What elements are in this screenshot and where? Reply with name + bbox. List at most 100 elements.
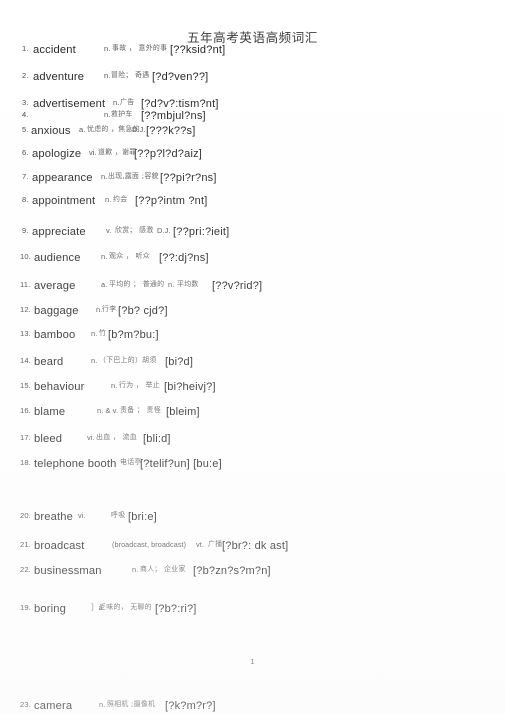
entry-part-of-speech: n. [111, 381, 118, 390]
vocabulary-entry: 20. breathe vi. 呼吸 [bri:e] [0, 511, 505, 526]
entry-number: 16. [20, 406, 31, 415]
entry-phonetic: [??v?rid?] [212, 280, 263, 292]
entry-number: 1. [22, 44, 29, 53]
vocabulary-entry: 12. baggage n. 行李 [?b? cjd?] [0, 305, 505, 320]
entry-chinese-gloss: 出现,露面 ;容貌 [108, 172, 159, 180]
entry-part-of-speech: vt. [196, 540, 205, 549]
entry-number: 3. [22, 98, 29, 107]
entry-part-of-speech: a. [79, 125, 86, 134]
entry-phonetic: [bleim] [166, 406, 200, 418]
vocabulary-entry: 4. n. 救护车 [??mbjul?ns] [0, 111, 505, 125]
entry-chinese-gloss: 电话亭 [120, 458, 142, 466]
entry-part-of-speech-2: D.J. [157, 226, 171, 235]
entry-phonetic: [bi?d] [165, 356, 194, 368]
entry-word: average [34, 280, 76, 292]
entry-phonetic: [??:dj?ns] [159, 252, 209, 264]
vocabulary-entry: 13. bamboo n. 竹 [b?m?bu:] [0, 329, 505, 344]
entry-number: 14. [20, 356, 31, 365]
entry-number: 9. [22, 226, 29, 235]
entry-part-of-speech: n. [91, 329, 98, 338]
vocabulary-entry: 9. appreciate v. 欣赏； 感激 D.J. [??pri:?ieit] [0, 226, 505, 241]
entry-word: baggage [34, 305, 79, 317]
entry-chinese-gloss: 欣赏； 感激 [115, 226, 154, 234]
entry-number: 17. [20, 433, 31, 442]
entry-word: advertisement [33, 98, 106, 110]
entry-chinese-gloss: 广播 [208, 540, 223, 548]
entry-phonetic: [?b? cjd?] [118, 305, 168, 317]
entry-word: appointment [32, 195, 96, 207]
entry-chinese-gloss: 观众 ， 听众 [109, 252, 150, 260]
entry-chinese-gloss: 照相机 ;摄像机 [107, 700, 156, 708]
entry-part-of-speech: n. [104, 71, 111, 80]
entry-word: broadcast [34, 540, 85, 552]
entry-number: 21. [20, 540, 31, 549]
vocabulary-entry: 18. telephone booth 电话亭 [?telif?un] [bu:e] [0, 458, 505, 473]
entry-word: behaviour [34, 381, 85, 393]
entry-part-of-speech: n. [132, 565, 139, 574]
entry-chinese-gloss: 平均的 ； 普通的 [109, 280, 165, 288]
entry-part-of-speech: n. [105, 195, 112, 204]
vocabulary-entry: 6. apologize vi. 道歉 ，谢罪 [??p?l?d?aiz] [0, 148, 505, 163]
entry-chinese-gloss: 行李 [102, 305, 117, 313]
entry-chinese-gloss: 广告 [120, 98, 135, 106]
entry-word: anxious [31, 125, 71, 137]
entry-word: businessman [34, 565, 102, 577]
entry-phonetic: [???k??s] [146, 125, 196, 137]
entry-phonetic: [??ksid?nt] [170, 44, 226, 56]
vocabulary-entry: 15. behaviour n. 行为 ， 举止 [bi?heivj?] [0, 381, 505, 396]
entry-part-of-speech: n. [113, 98, 120, 107]
entry-number: 5. [22, 125, 29, 134]
entry-number: 20. [20, 511, 31, 520]
entry-word: camera [34, 700, 73, 712]
entry-part-of-speech: n. [104, 110, 111, 119]
entry-part-of-speech-2: D.J. [132, 125, 146, 134]
entry-phonetic: [bli:d] [143, 433, 171, 445]
vocabulary-entry: 10. audience n. 观众 ， 听众 [??:dj?ns] [0, 252, 505, 267]
vocabulary-entry: 21. broadcast (broadcast, broadcast) vt. 广播[… [0, 540, 505, 555]
entry-chinese-gloss: 乏味的， 无聊的 [99, 603, 152, 611]
entry-phonetic: [bi?heivj?] [164, 381, 216, 393]
entry-phonetic: [?d?v?:tism?nt] [141, 98, 219, 110]
entry-phonetic: [??pi?r?ns] [160, 172, 217, 184]
entry-chinese-gloss: 出血 ， 流血 [96, 433, 137, 441]
entry-number: 8. [22, 195, 29, 204]
entry-number: 11. [20, 280, 31, 289]
entry-word: boring [34, 603, 66, 615]
entry-word: appearance [32, 172, 93, 184]
entry-number: 2. [22, 71, 29, 80]
entry-phonetic: [?b?:ri?] [155, 603, 197, 615]
entry-number: 10. [20, 252, 31, 261]
vocabulary-entry: 1. accident n. 事故 ， 意外的事 [??ksid?nt] [0, 44, 505, 59]
entry-chinese-gloss: 约会 [113, 195, 128, 203]
entry-chinese-gloss: 救护车 [111, 110, 133, 118]
vocabulary-entry: 11. average a. 平均的 ； 普通的 n. 平均数 [??v?rid?] [0, 280, 505, 295]
entry-part-of-speech: vi. [87, 433, 95, 442]
entry-chinese-gloss: 道歉 ，谢罪 [98, 148, 137, 156]
entry-number: 4. [22, 110, 29, 119]
entry-chinese-gloss: 责备 ； 责怪 [120, 406, 161, 414]
entry-part-of-speech-2: n. [168, 280, 175, 289]
entry-phonetic: [?telif?un] [bu:e] [140, 458, 222, 470]
page-number: 1 [250, 657, 255, 666]
entry-word: appreciate [32, 226, 86, 238]
entry-part-of-speech: n. [101, 172, 108, 181]
entry-part-of-speech: n. [104, 44, 111, 53]
entry-phonetic: [b?m?bu:] [108, 329, 159, 341]
entry-phonetic: [??p?intm ?nt] [135, 195, 208, 207]
vocabulary-entry: 5. anxious a. 忧虑的 ，焦急的 D.J. [???k??s] [0, 125, 505, 140]
entry-phonetic: [?d?ven??] [152, 71, 209, 83]
entry-part-of-speech: n. [91, 356, 98, 365]
entry-part-of-speech: n. & v. [97, 406, 119, 415]
entry-number: 19. [20, 603, 31, 612]
entry-chinese-gloss: 竹 [99, 329, 107, 337]
entry-chinese-gloss: 事故 ， 意外的事 [112, 44, 168, 52]
entry-part-of-speech: n. [101, 252, 108, 261]
entry-word: beard [34, 356, 64, 368]
entry-phonetic: [bri:e] [128, 511, 157, 523]
entry-number: 12. [20, 305, 31, 314]
entry-word: adventure [33, 71, 85, 83]
document-page: 五年高考英语高频词汇 1. accident n. 事故 ， 意外的事 [??ksid?… [0, 0, 505, 714]
vocabulary-entry: 22. businessman n. 商人； 企业家 [?b?zn?s?m?n] [0, 565, 505, 580]
entry-phonetic: [??pri:?ieit] [173, 226, 230, 238]
entry-part-of-speech: vi. [78, 511, 86, 520]
